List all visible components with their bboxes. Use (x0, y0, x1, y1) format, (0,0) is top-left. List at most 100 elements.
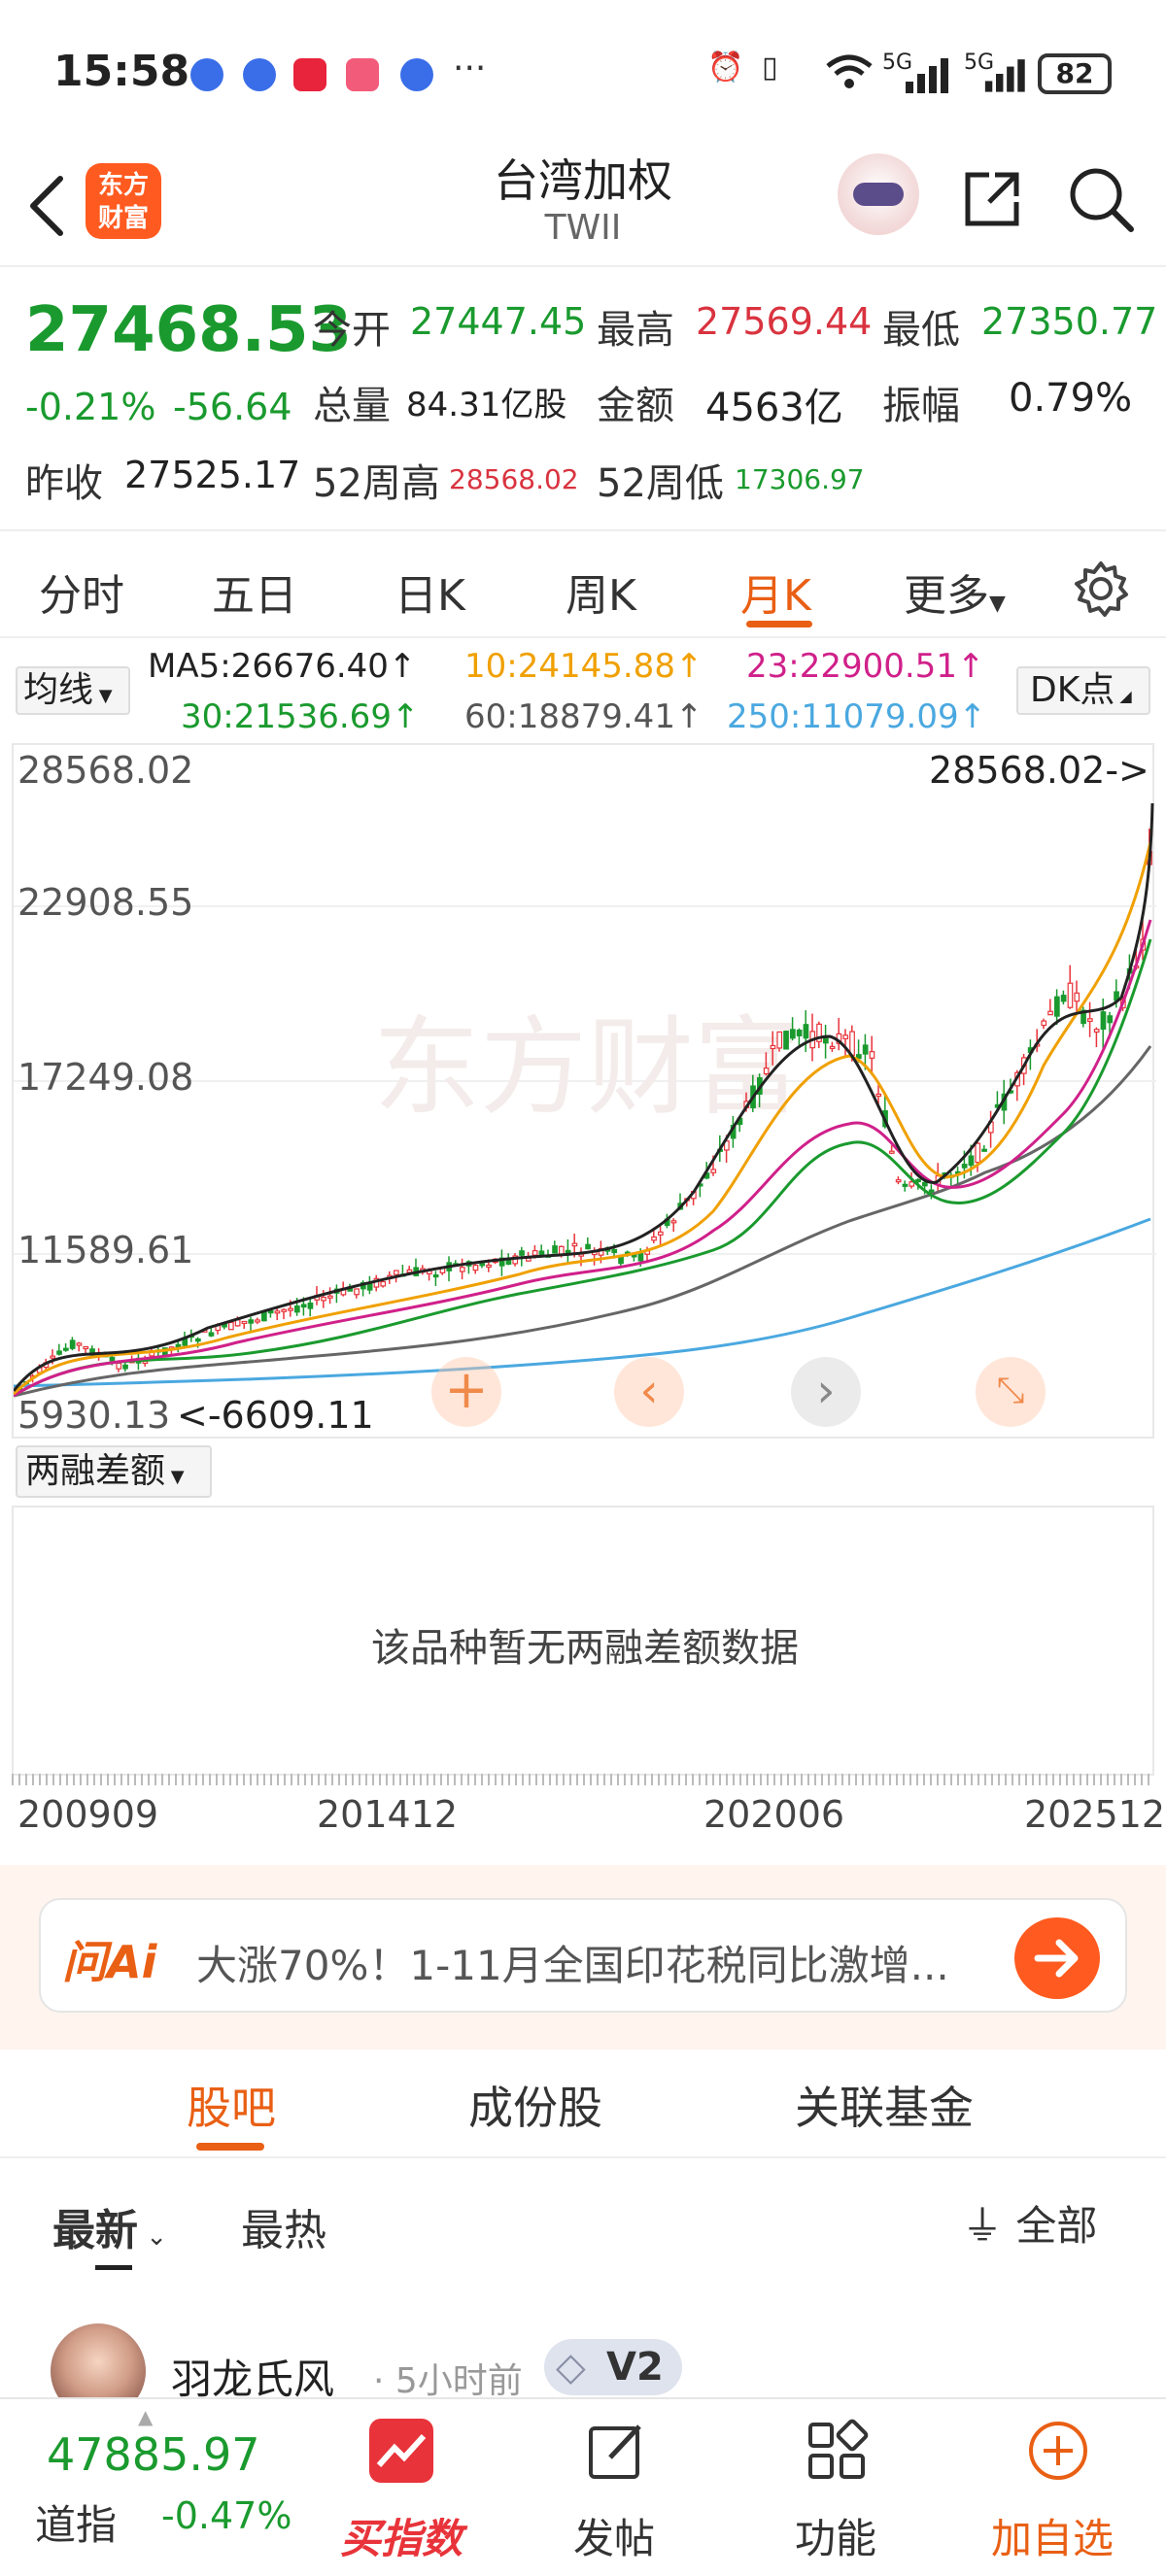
candle-body (968, 1155, 975, 1167)
date-label: 200909 (17, 1793, 159, 1836)
search-icon[interactable] (1067, 165, 1135, 233)
kline-chart[interactable]: 东方财富 28568.02 22908.55 17249.08 11589.61… (12, 743, 1156, 1439)
active-tab-indicator (746, 621, 812, 627)
wifi-icon (826, 54, 873, 88)
filter-button[interactable]: ⏚ 全部 (962, 2193, 1097, 2253)
candle-body (618, 1256, 624, 1265)
dk-point-selector[interactable]: DK点 ◢ (1016, 666, 1150, 715)
candle-body (538, 1250, 545, 1256)
candle-body (895, 1179, 902, 1183)
tab-constituents[interactable]: 成份股 (468, 2073, 602, 2137)
prev-close-label: 昨收 (25, 461, 103, 506)
candle-body (1047, 1010, 1053, 1016)
period-tabs: 分时 五日 日K 周K 月K 更多▼ (0, 531, 1166, 638)
fullscreen-button[interactable]: ⤡ (976, 1357, 1046, 1427)
scroll-right-button[interactable]: › (791, 1357, 861, 1427)
signal-icon (906, 58, 948, 93)
nav-function-label: 功能 (795, 2515, 877, 2562)
margin-panel: 该品种暂无两融差额数据 (12, 1506, 1154, 1776)
tab-five-day[interactable]: 五日 (212, 560, 297, 623)
tab-related-funds[interactable]: 关联基金 (795, 2073, 974, 2137)
change-amount: -56.64 (173, 386, 292, 428)
margin-selector-label: 两融差额 (25, 1451, 166, 1491)
candle-body (869, 1051, 875, 1059)
bottom-nav: ▲ 47885.97 道指 -0.47% 买指数 发帖 功能 加自选 (0, 2397, 1166, 2576)
candle-body (300, 1304, 307, 1308)
filter-icon: ⏚ (962, 2202, 1004, 2250)
candle-body (558, 1245, 565, 1255)
candle-body (519, 1250, 525, 1256)
high-label: 最高 (597, 308, 674, 353)
margin-indicator-selector[interactable]: 两融差额 ▼ (16, 1445, 212, 1498)
filter-label: 全部 (1015, 2202, 1098, 2250)
ma-selector-label: 均线 (23, 670, 94, 710)
candle-body (875, 1093, 882, 1098)
candle-body (109, 1356, 116, 1362)
section-tabs: 股吧 成份股 关联基金 (0, 2050, 1166, 2158)
nav-post-label: 发帖 (573, 2515, 656, 2562)
nav-post[interactable]: 发帖 (554, 2399, 680, 2576)
tab-intraday[interactable]: 分时 (39, 560, 124, 623)
app-header: 东方 财富 台湾加权 TWII (0, 146, 1166, 267)
app-notification-icon (400, 58, 433, 91)
tab-monthly-k[interactable]: 月K (740, 560, 811, 623)
tab-weekly-k[interactable]: 周K (566, 560, 636, 623)
plus-icon: + (444, 1359, 489, 1420)
level-badge-label: V2 (606, 2345, 664, 2390)
sort-hot[interactable]: 最热 (241, 2195, 326, 2257)
candle-body (281, 1308, 288, 1312)
status-time: 15:58 (53, 47, 190, 96)
candle-body (1100, 1011, 1107, 1031)
candle-body (83, 1345, 89, 1350)
candle-body (274, 1310, 281, 1314)
candle-body (1086, 1018, 1093, 1022)
candle-body (585, 1243, 591, 1250)
candle-body (921, 1181, 928, 1187)
arrow-right-icon (1034, 1939, 1079, 1978)
video-app-icon (346, 58, 379, 91)
candle-body (307, 1302, 314, 1309)
zoom-in-button[interactable]: + (431, 1357, 501, 1427)
dow-jones-ticker[interactable]: ▲ 47885.97 道指 -0.47% (0, 2399, 311, 2576)
candle-body (241, 1320, 248, 1325)
candle-body (255, 1319, 260, 1323)
candle-body (1107, 1015, 1114, 1024)
gear-icon[interactable] (1073, 560, 1129, 617)
timeline-scroller[interactable] (12, 1774, 1154, 1785)
candle-body (670, 1220, 677, 1224)
signal-icon (984, 59, 1025, 92)
candle-body (294, 1305, 300, 1313)
share-icon[interactable] (960, 167, 1024, 231)
scroll-left-button[interactable]: ‹ (614, 1357, 684, 1427)
more-notifications-icon: ··· (453, 49, 487, 88)
nav-function[interactable]: 功能 (772, 2399, 898, 2576)
min-price-marker: <-6609.11 (177, 1394, 374, 1437)
app-notification-icon (190, 58, 223, 91)
active-section-indicator (196, 2143, 264, 2151)
candle-body (122, 1364, 128, 1370)
ai-question-box[interactable]: 问Ai 大涨70%！1-11月全国印花税同比激增... (39, 1898, 1127, 2013)
tab-forum[interactable]: 股吧 (187, 2073, 276, 2137)
chart-watermark: 东方财富 (373, 1008, 801, 1128)
edit-icon (589, 2424, 641, 2479)
ma5-value: MA5:26676.40↑ (148, 647, 417, 686)
nav-buy-index[interactable]: 买指数 (330, 2399, 476, 2576)
app-notification-icon (293, 58, 326, 91)
expand-icon: ⤡ (996, 1371, 1025, 1410)
candle-body (862, 1044, 869, 1055)
tab-daily-k[interactable]: 日K (394, 560, 465, 623)
sort-latest[interactable]: 最新 ⌄ (52, 2195, 167, 2257)
ma-selector[interactable]: 均线 ▼ (16, 666, 130, 715)
ai-go-button[interactable] (1014, 1917, 1100, 1999)
nav-add-watchlist[interactable]: 加自选 (981, 2399, 1156, 2576)
high-value: 27569.44 (696, 300, 873, 343)
ai-assistant-icon[interactable] (838, 153, 919, 235)
tab-more[interactable]: 更多▼ (904, 560, 1006, 623)
candle-body (909, 1181, 915, 1187)
max-price-marker: 28568.02-> (929, 749, 1149, 792)
candle-body (1053, 996, 1060, 1017)
alarm-icon: ⏰ (707, 51, 744, 85)
amplitude-value: 0.79% (1009, 376, 1133, 421)
volume-value: 84.31亿股 (406, 386, 567, 424)
ai-logo: 问Ai (62, 1936, 157, 1988)
